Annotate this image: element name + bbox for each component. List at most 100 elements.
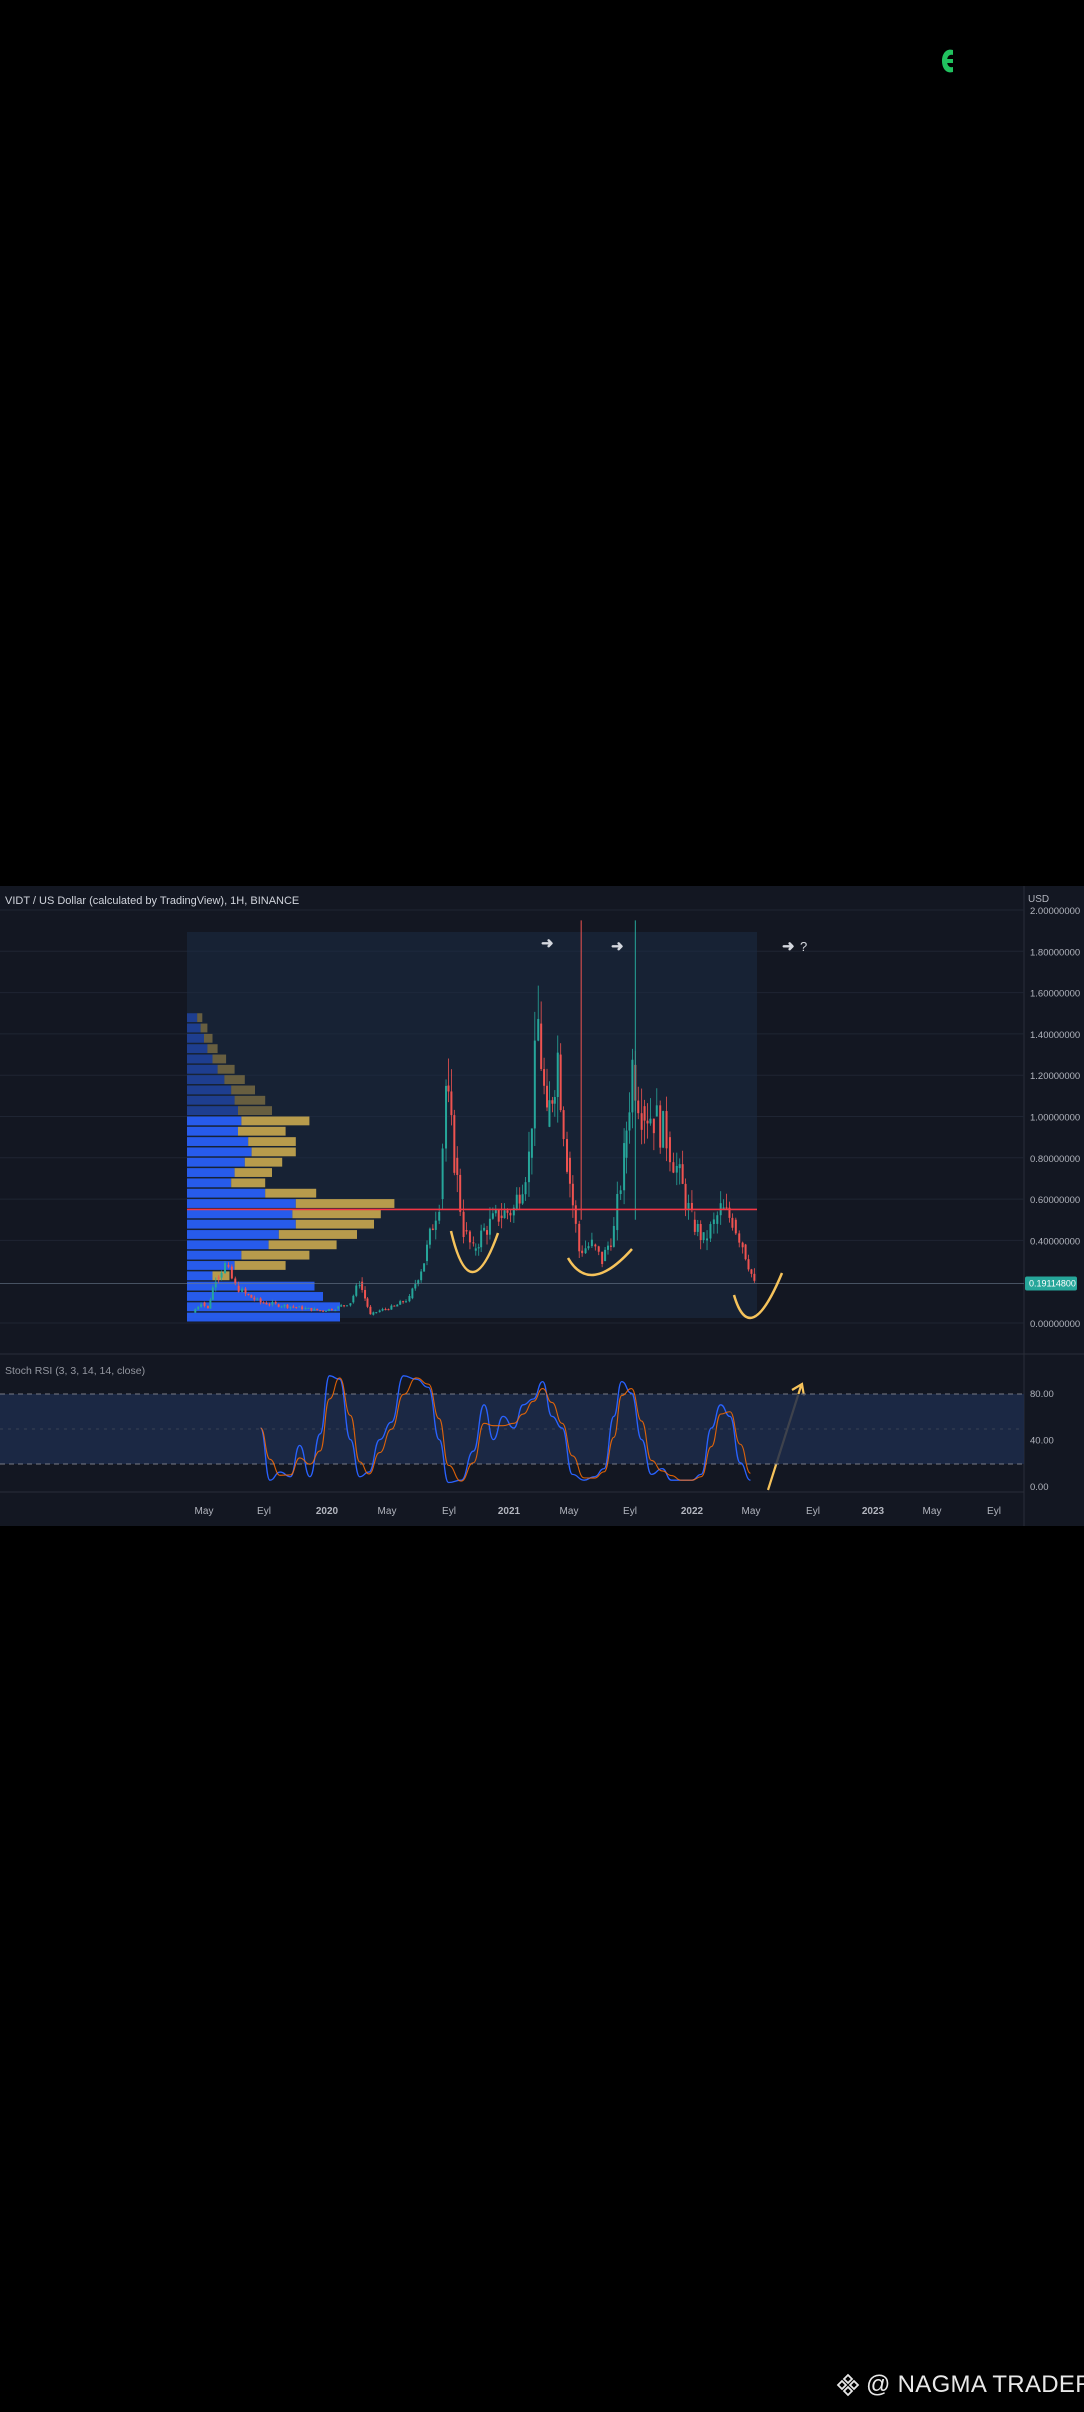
- candle-body: [506, 1210, 509, 1213]
- candle-body: [609, 1245, 612, 1247]
- stoch-label: Stoch RSI (3, 3, 14, 14, close): [5, 1365, 145, 1377]
- time-axis-tick: Eyl: [987, 1506, 1001, 1517]
- candle-body: [744, 1244, 747, 1260]
- candle-body: [358, 1285, 361, 1287]
- candle-body: [712, 1219, 715, 1225]
- profile-bar-blue: [187, 1219, 296, 1229]
- candle-body: [465, 1230, 468, 1232]
- candle-body: [337, 1306, 340, 1309]
- candle-body: [334, 1310, 337, 1312]
- candle-body: [203, 1302, 206, 1306]
- profile-bar-gold: [248, 1137, 296, 1146]
- time-axis-tick: Eyl: [806, 1506, 820, 1517]
- profile-bar-gold: [292, 1209, 381, 1219]
- candle-body: [390, 1305, 393, 1310]
- price-axis-tick: 1.00000000: [1030, 1113, 1080, 1124]
- candle-body: [220, 1272, 223, 1278]
- candle-body: [423, 1263, 426, 1272]
- profile-bar-blue: [187, 1281, 315, 1291]
- candle-body: [468, 1231, 471, 1243]
- candle-body: [197, 1306, 200, 1310]
- candle-body: [619, 1190, 622, 1194]
- candle-body: [262, 1302, 265, 1304]
- profile-bar-gold: [212, 1054, 227, 1064]
- time-axis-tick: May: [560, 1506, 579, 1517]
- profile-bar-gold: [241, 1116, 310, 1126]
- profile-bar-blue: [187, 1250, 242, 1260]
- candle-body: [253, 1297, 256, 1300]
- time-axis-tick: May: [378, 1506, 397, 1517]
- candle-body: [590, 1239, 593, 1247]
- profile-bar-blue: [187, 1199, 296, 1208]
- time-axis-tick: 2022: [681, 1506, 704, 1517]
- profile-bar-blue: [187, 1064, 218, 1074]
- profile-bar-blue: [187, 1075, 225, 1085]
- profile-bar-gold: [241, 1250, 310, 1260]
- candle-body: [543, 1069, 546, 1086]
- candle-body: [483, 1227, 486, 1231]
- candle-body: [665, 1111, 668, 1149]
- time-axis-tick: Eyl: [442, 1506, 456, 1517]
- candle-body: [687, 1202, 690, 1210]
- candle-body: [256, 1298, 259, 1300]
- candle-body: [277, 1304, 280, 1307]
- candle-body: [434, 1220, 437, 1230]
- candle-body: [623, 1143, 626, 1191]
- profile-bar-gold: [234, 1168, 272, 1177]
- candle-body: [355, 1285, 358, 1296]
- profile-bar-gold: [295, 1199, 395, 1208]
- price-axis-tick: 1.60000000: [1030, 989, 1080, 1000]
- candle-body: [271, 1302, 274, 1305]
- candle-body: [559, 1054, 562, 1111]
- profile-bar-gold: [197, 1013, 203, 1023]
- candle-body: [693, 1219, 696, 1232]
- candle-body: [540, 1023, 543, 1070]
- candle-body: [369, 1306, 372, 1315]
- candle-body: [625, 1130, 628, 1158]
- candle-body: [456, 1157, 459, 1175]
- profile-bar-gold: [204, 1033, 213, 1043]
- candle-body: [214, 1282, 217, 1288]
- candle-body: [402, 1301, 405, 1303]
- profile-bar-gold: [231, 1085, 255, 1095]
- candle-body: [472, 1242, 475, 1244]
- profile-bar-gold: [251, 1147, 296, 1157]
- candle-body: [696, 1224, 699, 1232]
- stoch-axis-tick: 40.00: [1030, 1436, 1054, 1447]
- candle-body: [211, 1287, 214, 1300]
- profile-bar-blue: [187, 1137, 249, 1146]
- candle-body: [313, 1308, 316, 1311]
- candle-body: [497, 1209, 500, 1222]
- candle-body: [227, 1265, 230, 1267]
- candle-body: [234, 1278, 237, 1284]
- candle-body: [361, 1281, 364, 1290]
- candle-body: [607, 1245, 610, 1250]
- candle-body: [553, 1097, 556, 1104]
- profile-bar-blue: [187, 1044, 208, 1054]
- candle-body: [459, 1174, 462, 1212]
- profile-bar-blue: [187, 1178, 232, 1188]
- candle-body: [604, 1249, 607, 1262]
- candle-body: [393, 1305, 396, 1307]
- candle-body: [491, 1213, 494, 1219]
- symbol-title: VIDT / US Dollar (calculated by TradingV…: [5, 895, 299, 907]
- time-axis-tick: May: [923, 1506, 942, 1517]
- candle-body: [206, 1305, 209, 1309]
- candle-body: [616, 1193, 619, 1231]
- binance-logo-icon: [836, 2373, 860, 2397]
- currency-label: USD: [1028, 894, 1049, 905]
- price-axis-tick: 0.00000000: [1030, 1319, 1080, 1330]
- question-mark: ?: [800, 939, 807, 954]
- profile-bar-blue: [187, 1188, 266, 1198]
- candle-body: [681, 1164, 684, 1184]
- candle-body: [194, 1309, 197, 1313]
- candle-body: [286, 1304, 289, 1308]
- candle-body: [200, 1304, 203, 1307]
- candle-body: [509, 1212, 512, 1216]
- candle-body: [524, 1182, 527, 1195]
- candle-body: [587, 1246, 590, 1249]
- candle-body: [322, 1310, 325, 1312]
- candle-body: [649, 1118, 652, 1124]
- price-axis-tick: 1.20000000: [1030, 1071, 1080, 1082]
- candle-body: [646, 1120, 649, 1124]
